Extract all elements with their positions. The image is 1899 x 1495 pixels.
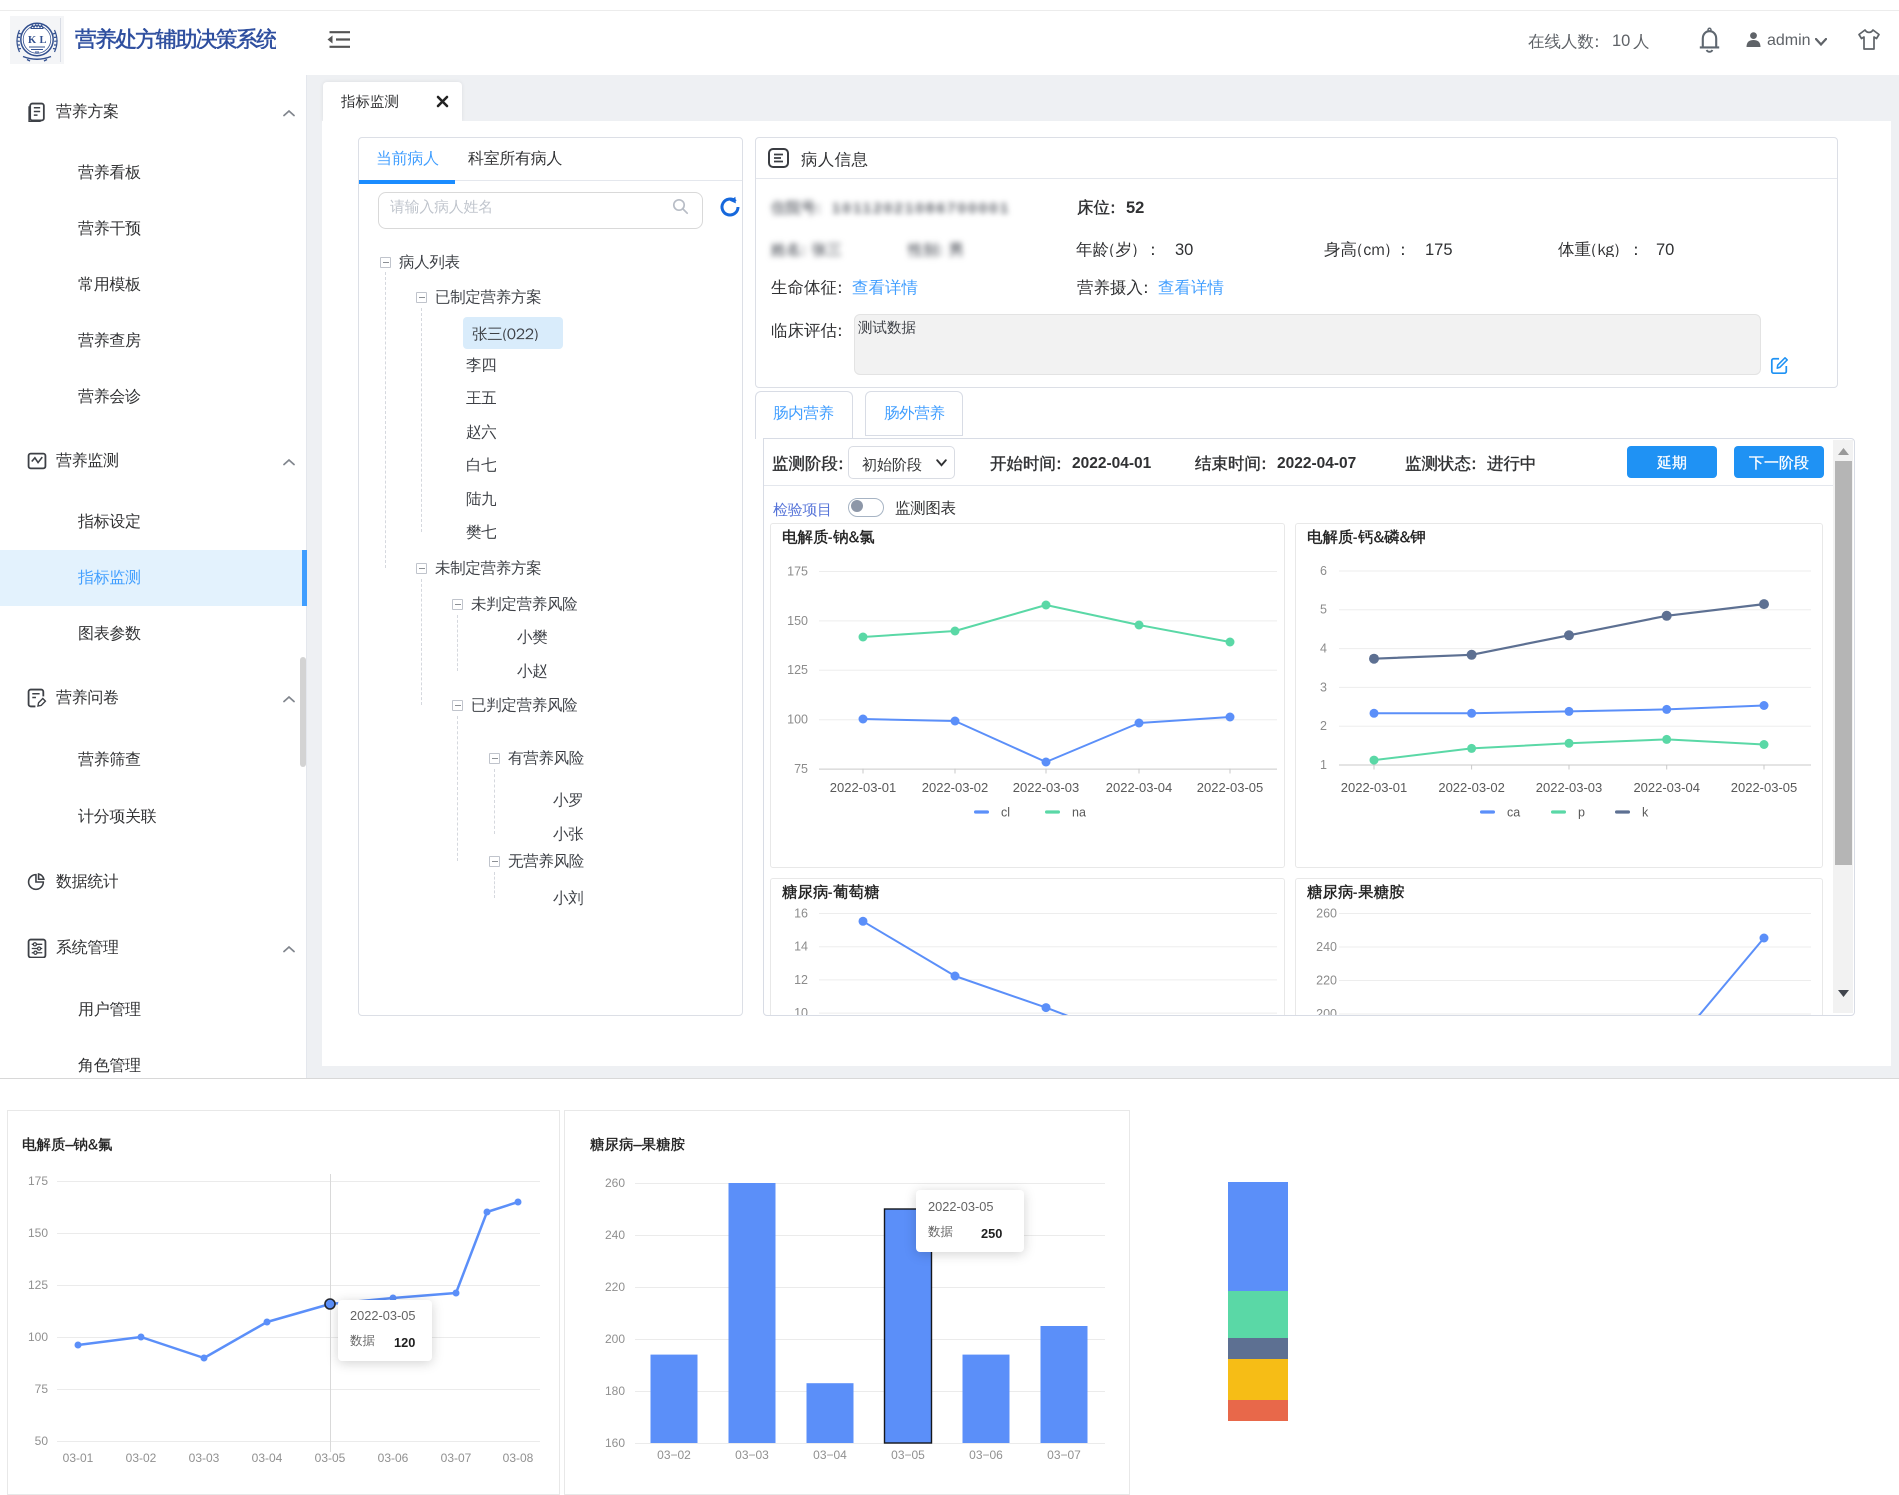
svg-text:150: 150 [28, 1226, 48, 1240]
svg-text:100: 100 [787, 713, 808, 727]
svg-text:75: 75 [35, 1382, 49, 1396]
svg-text:16: 16 [794, 906, 808, 920]
svg-text:200: 200 [605, 1332, 625, 1346]
svg-text:3: 3 [1320, 680, 1327, 694]
svg-text:03−06: 03−06 [969, 1448, 1003, 1462]
svg-text:03-03: 03-03 [189, 1451, 220, 1465]
svg-text:100: 100 [28, 1330, 48, 1344]
svg-text:50: 50 [35, 1434, 49, 1448]
svg-text:12: 12 [794, 973, 808, 987]
svg-text:03-01: 03-01 [63, 1451, 94, 1465]
svg-text:k: k [1642, 806, 1649, 820]
svg-text:03-05: 03-05 [315, 1451, 346, 1465]
svg-text:75: 75 [794, 762, 808, 776]
svg-text:10: 10 [794, 1006, 808, 1015]
svg-text:L: L [40, 35, 47, 46]
svg-text:175: 175 [28, 1174, 48, 1188]
svg-text:6: 6 [1320, 564, 1327, 578]
svg-text:03−05: 03−05 [891, 1448, 925, 1462]
svg-text:2022-03-05: 2022-03-05 [1197, 780, 1264, 795]
svg-text:240: 240 [1316, 940, 1337, 954]
svg-text:03-04: 03-04 [252, 1451, 283, 1465]
svg-text:2022-03-01: 2022-03-01 [1341, 780, 1408, 795]
svg-text:03−04: 03−04 [813, 1448, 847, 1462]
svg-text:150: 150 [787, 614, 808, 628]
svg-text:4: 4 [1320, 641, 1327, 655]
svg-text:220: 220 [1316, 973, 1337, 987]
svg-text:03-02: 03-02 [126, 1451, 157, 1465]
svg-text:03-08: 03-08 [503, 1451, 534, 1465]
svg-text:cl: cl [1001, 806, 1010, 820]
svg-text:03-07: 03-07 [441, 1451, 472, 1465]
svg-text:2: 2 [1320, 719, 1327, 733]
svg-text:2022-03-01: 2022-03-01 [830, 780, 897, 795]
svg-text:2022-03-04: 2022-03-04 [1106, 780, 1173, 795]
svg-text:2022-03-05: 2022-03-05 [1731, 780, 1798, 795]
svg-text:2022-03-03: 2022-03-03 [1536, 780, 1603, 795]
svg-text:ca: ca [1507, 806, 1520, 820]
svg-text:14: 14 [794, 940, 808, 954]
svg-text:200: 200 [1316, 1007, 1337, 1015]
svg-text:175: 175 [787, 564, 808, 578]
svg-text:K: K [28, 35, 37, 46]
svg-text:03−02: 03−02 [657, 1448, 691, 1462]
svg-text:2022-03-02: 2022-03-02 [922, 780, 989, 795]
svg-text:2022-03-04: 2022-03-04 [1633, 780, 1700, 795]
svg-text:03−07: 03−07 [1047, 1448, 1081, 1462]
svg-text:220: 220 [605, 1280, 625, 1294]
svg-text:1: 1 [1320, 758, 1327, 772]
svg-text:125: 125 [787, 663, 808, 677]
svg-text:p: p [1578, 806, 1585, 820]
svg-text:na: na [1072, 806, 1086, 820]
svg-text:2022-03-02: 2022-03-02 [1438, 780, 1505, 795]
svg-text:160: 160 [605, 1436, 625, 1450]
svg-text:240: 240 [605, 1228, 625, 1242]
svg-text:03-06: 03-06 [378, 1451, 409, 1465]
svg-text:260: 260 [1316, 906, 1337, 920]
svg-text:2022-03-03: 2022-03-03 [1013, 780, 1080, 795]
svg-text:125: 125 [28, 1278, 48, 1292]
svg-text:180: 180 [605, 1384, 625, 1398]
svg-text:5: 5 [1320, 603, 1327, 617]
svg-text:03−03: 03−03 [735, 1448, 769, 1462]
svg-text:260: 260 [605, 1176, 625, 1190]
